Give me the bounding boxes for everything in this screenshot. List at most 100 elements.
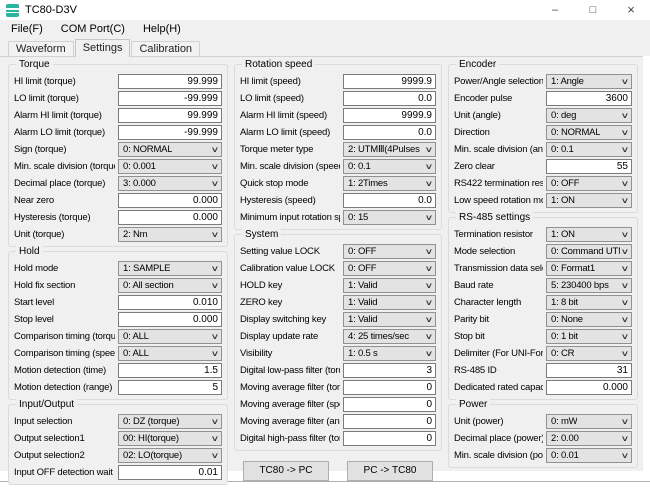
output-selection1-select[interactable]: 00: HI(torque)∨	[118, 431, 222, 446]
input-selection-select[interactable]: 0: DZ (torque)∨	[118, 414, 222, 429]
field-row: Min. scale division (torque)0: 0.001∨	[14, 158, 222, 175]
selected-value: 1: 8 bit	[551, 297, 578, 308]
unit-angle-select[interactable]: 0: deg∨	[546, 108, 632, 123]
min-scale-division-power-select[interactable]: 0: 0.01∨	[546, 448, 632, 463]
hysteresis-torque-input[interactable]: 0.000	[118, 210, 222, 225]
selected-value: 0: None	[551, 314, 583, 325]
alarm-hi-limit-torque-label: Alarm HI limit (torque)	[14, 110, 115, 121]
minimize-button[interactable]: –	[536, 0, 574, 20]
moving-average-filter-torque-label: Moving average filter (torque)	[240, 382, 340, 393]
hysteresis-speed-input[interactable]: 0.0	[343, 193, 436, 208]
maximize-button[interactable]: □	[574, 0, 612, 20]
tc80-to-pc-button[interactable]: TC80 -> PC	[243, 461, 329, 481]
chevron-down-icon: ∨	[621, 179, 630, 188]
power-angle-selection-select[interactable]: 1: Angle∨	[546, 74, 632, 89]
menu-help[interactable]: Help(H)	[134, 20, 190, 39]
alarm-lo-limit-speed-input[interactable]: 0.0	[343, 125, 436, 140]
field-row: Direction0: NORMAL∨	[454, 124, 632, 141]
motion-detection-time-input[interactable]: 1.5	[118, 363, 222, 378]
comparison-timing-torque-select[interactable]: 0: ALL∨	[118, 329, 222, 344]
digital-high-pass-filter-torque-input[interactable]: 0	[343, 431, 436, 446]
setting-value-lock-select[interactable]: 0: OFF∨	[343, 244, 436, 259]
moving-average-filter-torque-input[interactable]: 0	[343, 380, 436, 395]
encoder-pulse-input[interactable]: 3600	[546, 91, 632, 106]
comparison-timing-speed-select[interactable]: 0: ALL∨	[118, 346, 222, 361]
input-off-detection-wait-time-input[interactable]: 0.01	[118, 465, 222, 480]
tab-calibration[interactable]: Calibration	[131, 41, 200, 56]
motion-detection-range-input[interactable]: 5	[118, 380, 222, 395]
moving-average-filter-angle-input[interactable]: 0	[343, 414, 436, 429]
field-row: Alarm LO limit (speed)0.0	[240, 124, 436, 141]
alarm-hi-limit-speed-input[interactable]: 9999.9	[343, 108, 436, 123]
sign-torque-select[interactable]: 0: NORMAL∨	[118, 142, 222, 157]
rs422-termination-resistor-select[interactable]: 0: OFF∨	[546, 176, 632, 191]
alarm-hi-limit-speed-label: Alarm HI limit (speed)	[240, 110, 340, 121]
chevron-down-icon: ∨	[211, 349, 220, 358]
tab-waveform[interactable]: Waveform	[8, 41, 74, 56]
chevron-down-icon: ∨	[211, 417, 220, 426]
unit-torque-select[interactable]: 2: Nm∨	[118, 227, 222, 242]
chevron-down-icon: ∨	[621, 451, 630, 460]
delimiter-for-uni-format-select[interactable]: 0: CR∨	[546, 346, 632, 361]
min-scale-division-speed-select[interactable]: 0: 0.1∨	[343, 159, 436, 174]
menu-file[interactable]: File(F)	[2, 20, 52, 39]
comparison-timing-torque-label: Comparison timing (torque)	[14, 331, 115, 342]
tab-settings[interactable]: Settings	[75, 39, 131, 57]
min-scale-division-angle-select[interactable]: 0: 0.1∨	[546, 142, 632, 157]
hold-key-select[interactable]: 1: Valid∨	[343, 278, 436, 293]
low-speed-rotation-mode-select[interactable]: 1: ON∨	[546, 193, 632, 208]
moving-average-filter-speed-input[interactable]: 0	[343, 397, 436, 412]
termination-resistor-select[interactable]: 1: ON∨	[546, 227, 632, 242]
start-level-input[interactable]: 0.010	[118, 295, 222, 310]
hold-mode-select[interactable]: 1: SAMPLE∨	[118, 261, 222, 276]
output-selection2-select[interactable]: 02: LO(torque)∨	[118, 448, 222, 463]
digital-low-pass-filter-torque-input[interactable]: 3	[343, 363, 436, 378]
close-button[interactable]: ×	[612, 0, 650, 20]
selected-value: 2: 0.00	[551, 433, 579, 444]
chevron-down-icon: ∨	[211, 230, 220, 239]
selected-value: 0: NORMAL	[123, 144, 172, 155]
baud-rate-select[interactable]: 5: 230400 bps∨	[546, 278, 632, 293]
transmission-data-selection-label: Transmission data selection	[454, 263, 543, 274]
field-row: Character length1: 8 bit∨	[454, 294, 632, 311]
hi-limit-speed-input[interactable]: 9999.9	[343, 74, 436, 89]
calibration-value-lock-select[interactable]: 0: OFF∨	[343, 261, 436, 276]
direction-select[interactable]: 0: NORMAL∨	[546, 125, 632, 140]
lo-limit-torque-input[interactable]: -99.999	[118, 91, 222, 106]
mode-selection-select[interactable]: 0: Command UTM/∨	[546, 244, 632, 259]
decimal-place-power-select[interactable]: 2: 0.00∨	[546, 431, 632, 446]
field-row: Digital low-pass filter (torque)3	[240, 362, 436, 379]
app-icon[interactable]	[6, 4, 19, 17]
stop-level-input[interactable]: 0.000	[118, 312, 222, 327]
output-selection2-label: Output selection2	[14, 450, 115, 461]
torque-meter-type-select[interactable]: 2: UTMⅢ(4Pulses∨	[343, 142, 436, 157]
display-update-rate-select[interactable]: 4: 25 times/sec∨	[343, 329, 436, 344]
rs-485-id-input[interactable]: 31	[546, 363, 632, 378]
chevron-down-icon: ∨	[211, 179, 220, 188]
minimum-input-rotation-speed-select[interactable]: 0: 15∨	[343, 210, 436, 225]
zero-key-select[interactable]: 1: Valid∨	[343, 295, 436, 310]
near-zero-input[interactable]: 0.000	[118, 193, 222, 208]
column-middle: Rotation speedHI limit (speed)9999.9LO l…	[234, 64, 442, 471]
decimal-place-torque-select[interactable]: 3: 0.000∨	[118, 176, 222, 191]
lo-limit-speed-input[interactable]: 0.0	[343, 91, 436, 106]
alarm-lo-limit-torque-input[interactable]: -99.999	[118, 125, 222, 140]
quick-stop-mode-select[interactable]: 1: 2Times∨	[343, 176, 436, 191]
tab-strip: Waveform Settings Calibration	[0, 39, 650, 56]
transmission-data-selection-select[interactable]: 0: Format1∨	[546, 261, 632, 276]
hold-fix-section-select[interactable]: 0: All section∨	[118, 278, 222, 293]
min-scale-division-torque-select[interactable]: 0: 0.001∨	[118, 159, 222, 174]
alarm-hi-limit-torque-input[interactable]: 99.999	[118, 108, 222, 123]
setting-value-lock-label: Setting value LOCK	[240, 246, 340, 257]
stop-bit-select[interactable]: 0: 1 bit∨	[546, 329, 632, 344]
visibility-select[interactable]: 1: 0.5 s∨	[343, 346, 436, 361]
display-switching-key-select[interactable]: 1: Valid∨	[343, 312, 436, 327]
zero-clear-input[interactable]: 55	[546, 159, 632, 174]
character-length-select[interactable]: 1: 8 bit∨	[546, 295, 632, 310]
dedicated-rated-capacity-input[interactable]: 0.000	[546, 380, 632, 395]
unit-power-select[interactable]: 0: mW∨	[546, 414, 632, 429]
pc-to-tc80-button[interactable]: PC -> TC80	[347, 461, 433, 481]
parity-bit-select[interactable]: 0: None∨	[546, 312, 632, 327]
hi-limit-torque-input[interactable]: 99.999	[118, 74, 222, 89]
menu-com-port[interactable]: COM Port(C)	[52, 20, 134, 39]
